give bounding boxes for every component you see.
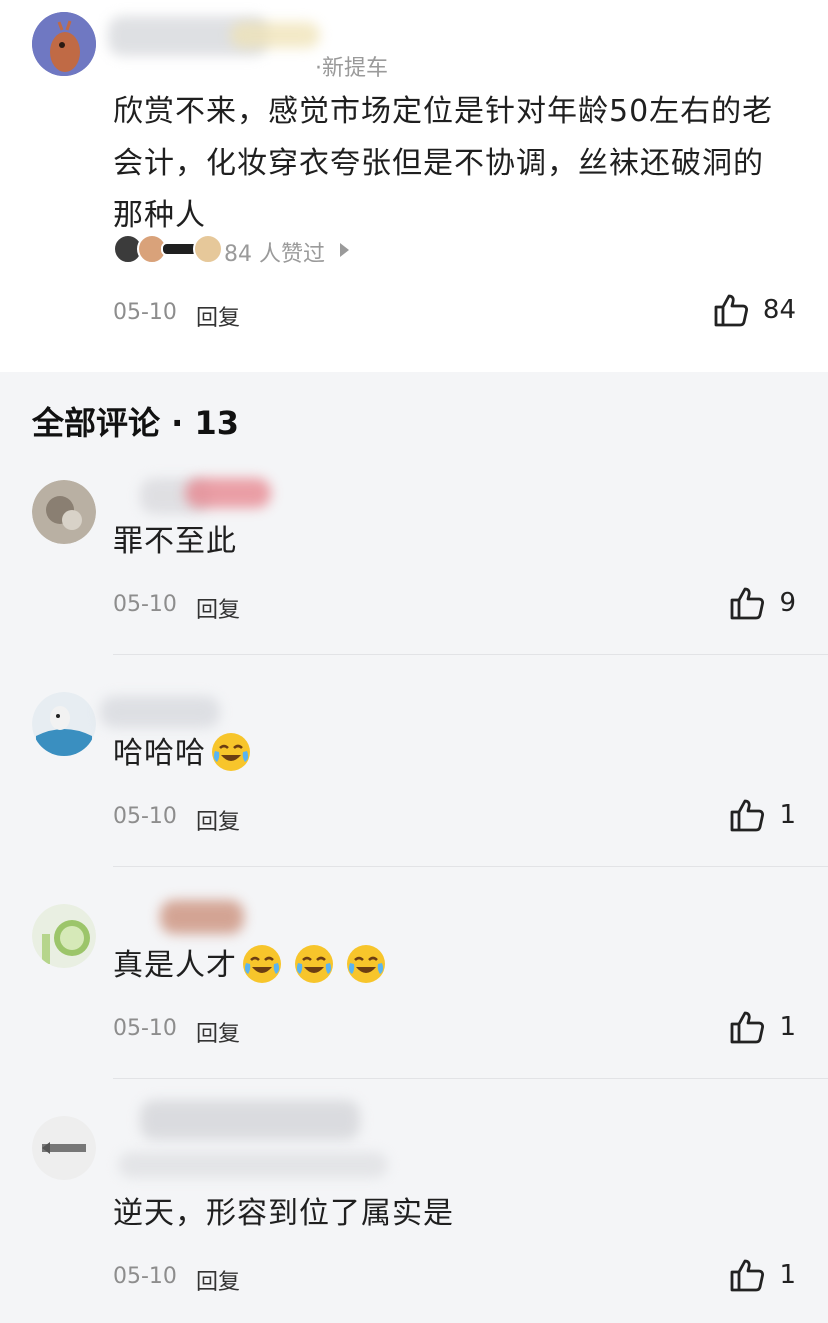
like-button[interactable]: 9 xyxy=(729,585,796,621)
comment-date: 05-10 xyxy=(113,592,177,617)
like-button[interactable]: 1 xyxy=(729,1009,796,1045)
reply-button[interactable]: 回复 xyxy=(196,1016,240,1048)
comment-text-value: 哈哈哈 xyxy=(113,736,206,771)
like-count: 1 xyxy=(779,800,796,830)
laughing-crying-emoji-icon xyxy=(295,944,333,983)
thumbs-up-icon xyxy=(731,1011,765,1044)
avatar[interactable] xyxy=(32,692,96,756)
thumbs-up-icon xyxy=(731,799,765,832)
likers-avatars[interactable] xyxy=(113,234,223,264)
like-button[interactable]: 84 xyxy=(713,292,796,328)
avatar[interactable] xyxy=(32,480,96,544)
comment-text-value: 真是人才 xyxy=(113,948,237,983)
avatar[interactable] xyxy=(32,904,96,968)
like-button[interactable]: 1 xyxy=(729,797,796,833)
reply-button[interactable]: 回复 xyxy=(196,300,240,332)
top-comment-card: ·新提车 欣赏不来，感觉市场定位是针对年龄50左右的老会计，化妆穿衣夸张但是不协… xyxy=(0,0,828,372)
laughing-crying-emoji-icon xyxy=(212,732,250,771)
avatar xyxy=(193,234,223,264)
divider xyxy=(113,654,828,655)
comment-text: 欣赏不来，感觉市场定位是针对年龄50左右的老会计，化妆穿衣夸张但是不协调，丝袜还… xyxy=(113,94,774,233)
thumbs-up-icon xyxy=(714,294,748,327)
username-blurred xyxy=(100,696,220,728)
laughing-crying-emoji-icon xyxy=(347,944,385,983)
like-count: 1 xyxy=(779,1012,796,1042)
comment-date: 05-10 xyxy=(113,1016,177,1041)
thumbs-up-icon xyxy=(731,587,765,620)
comment-date: 05-10 xyxy=(113,804,177,829)
reply-button[interactable]: 回复 xyxy=(196,804,240,836)
avatar[interactable] xyxy=(32,12,96,76)
thumbs-up-icon xyxy=(731,1259,765,1292)
like-count: 1 xyxy=(779,1260,796,1290)
comment-date: 05-10 xyxy=(113,300,177,325)
comment-text: 罪不至此 xyxy=(113,524,237,559)
like-button[interactable]: 1 xyxy=(729,1257,796,1293)
triangle-right-icon xyxy=(340,243,349,257)
username-blurred xyxy=(140,1100,360,1140)
username-blurred xyxy=(185,478,271,508)
comment-text: 哈哈哈 xyxy=(113,728,252,780)
divider xyxy=(113,866,828,867)
like-count: 9 xyxy=(779,588,796,618)
username-blurred xyxy=(160,900,244,934)
username-blurred xyxy=(230,22,320,48)
like-count: 84 xyxy=(762,295,796,325)
reply-button[interactable]: 回复 xyxy=(196,592,240,624)
comment-date: 05-10 xyxy=(113,1264,177,1289)
laughing-crying-emoji-icon xyxy=(243,944,281,983)
comment-text: 逆天，形容到位了属实是 xyxy=(113,1196,454,1231)
reply-button[interactable]: 回复 xyxy=(196,1264,240,1296)
avatar[interactable] xyxy=(32,1116,96,1180)
divider xyxy=(113,1078,828,1079)
username-blurred xyxy=(118,1152,388,1178)
likers-count[interactable]: 84 人赞过 xyxy=(224,236,325,268)
comment-text: 真是人才 xyxy=(113,940,387,992)
user-tag: ·新提车 xyxy=(315,56,389,81)
section-title: 全部评论 · 13 xyxy=(32,404,239,442)
